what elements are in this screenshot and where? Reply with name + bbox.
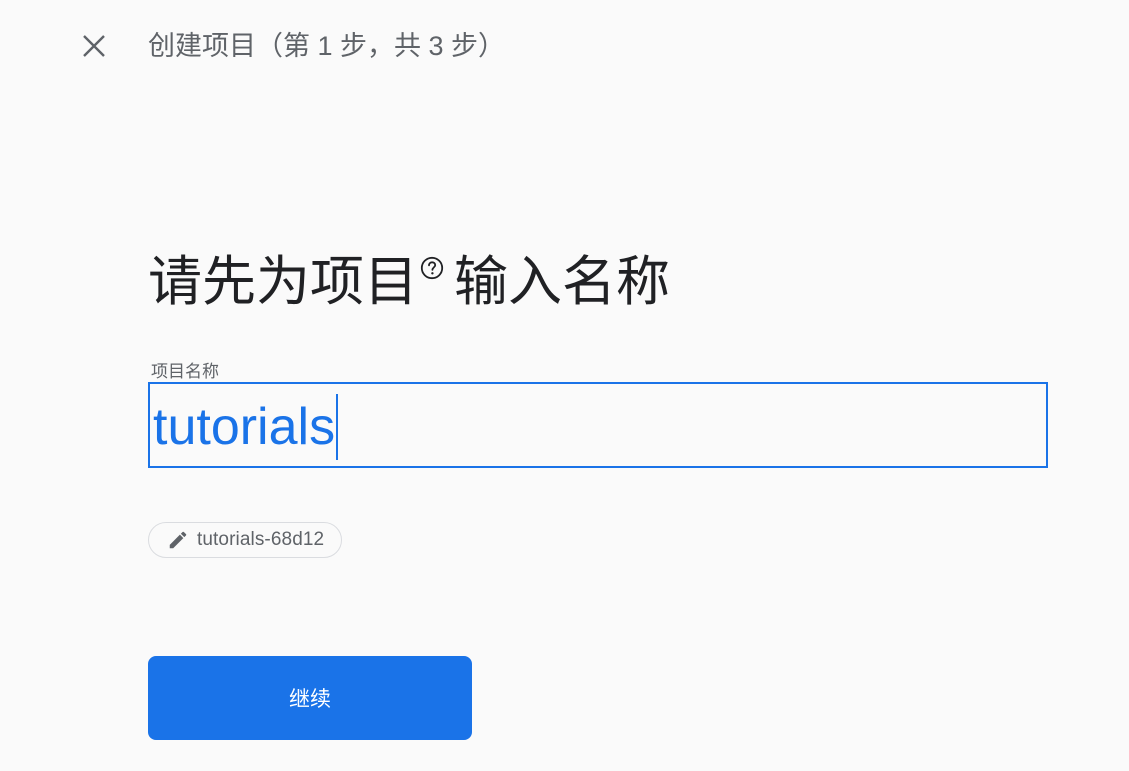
continue-button[interactable]: 继续 (148, 656, 472, 740)
project-name-label: 项目名称 (151, 362, 219, 381)
close-button[interactable] (76, 30, 112, 66)
project-name-value: tutorials (153, 398, 336, 456)
pencil-icon (167, 529, 189, 551)
close-icon (82, 34, 106, 63)
help-circle-icon[interactable] (420, 256, 444, 280)
project-id-text: tutorials-68d12 (197, 529, 325, 550)
heading-text-before: 请先为项目 (148, 252, 418, 312)
project-id-chip[interactable]: tutorials-68d12 (148, 522, 343, 558)
page-heading: 请先为项目 输入名称 (148, 250, 670, 314)
project-name-input[interactable]: tutorials (148, 382, 1048, 468)
heading-text-after: 输入名称 (454, 252, 670, 312)
step-title: 创建项目（第 1 步，共 3 步） (148, 31, 506, 61)
text-caret (336, 394, 338, 460)
